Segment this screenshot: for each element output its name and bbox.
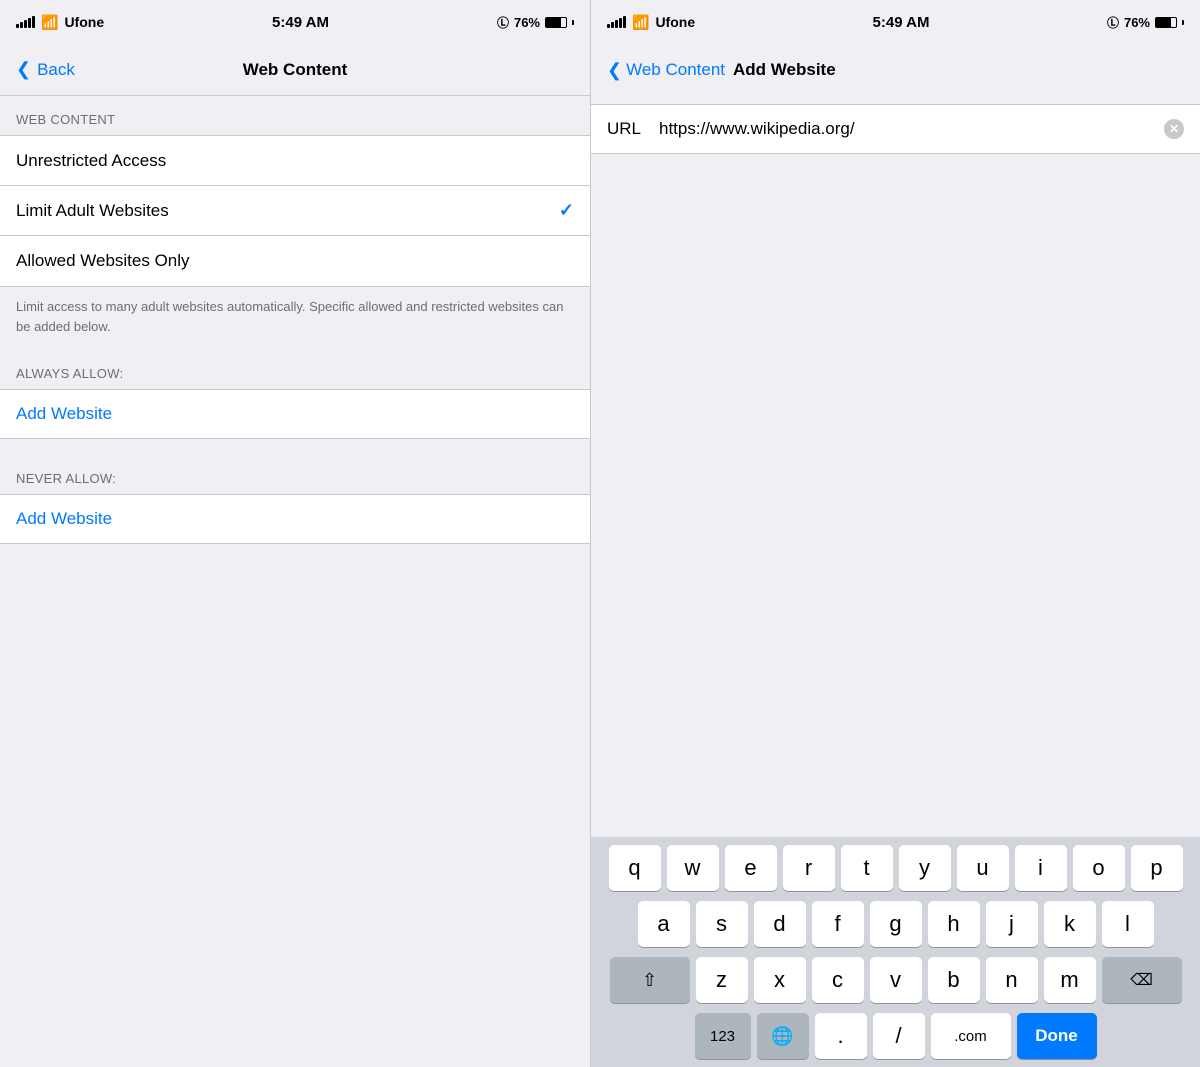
- web-content-section-header: WEB CONTENT: [0, 96, 590, 135]
- url-clear-button[interactable]: ✕: [1164, 119, 1184, 139]
- signal-bars-icon: [16, 16, 35, 28]
- left-page-title: Web Content: [243, 60, 348, 80]
- key-y[interactable]: y: [899, 845, 951, 891]
- left-back-button[interactable]: ❮ Back: [16, 59, 75, 80]
- battery-tip: [572, 20, 574, 25]
- never-allow-add-website[interactable]: Add Website: [0, 494, 590, 544]
- right-nav-bar: ❮ Web Content Add Website: [591, 44, 1200, 96]
- battery-percent: 76%: [514, 15, 540, 30]
- right-back-label: Web Content: [626, 60, 725, 80]
- right-carrier-info: 📶 Ufone: [607, 14, 695, 31]
- never-allow-header: NEVER ALLOW:: [0, 455, 590, 494]
- key-c[interactable]: c: [812, 957, 864, 1003]
- key-m[interactable]: m: [1044, 957, 1096, 1003]
- option-allowed-only[interactable]: Allowed Websites Only: [0, 236, 590, 286]
- always-allow-header: ALWAYS ALLOW:: [0, 350, 590, 389]
- key-u[interactable]: u: [957, 845, 1009, 891]
- right-battery-percent: 76%: [1124, 15, 1150, 30]
- wifi-icon: 📶: [41, 14, 58, 31]
- left-carrier-info: 📶 Ufone: [16, 14, 104, 31]
- right-time: 5:49 AM: [873, 14, 930, 31]
- key-i[interactable]: i: [1015, 845, 1067, 891]
- key-n[interactable]: n: [986, 957, 1038, 1003]
- right-battery-icon: [1155, 17, 1177, 28]
- right-page-title: Add Website: [733, 60, 836, 80]
- left-back-label: Back: [37, 60, 75, 80]
- dotcom-key[interactable]: .com: [931, 1013, 1011, 1059]
- option-unrestricted[interactable]: Unrestricted Access: [0, 136, 590, 186]
- key-x[interactable]: x: [754, 957, 806, 1003]
- always-allow-add-label: Add Website: [16, 404, 112, 424]
- key-h[interactable]: h: [928, 901, 980, 947]
- option-limit-adult[interactable]: Limit Adult Websites ✓: [0, 186, 590, 236]
- key-t[interactable]: t: [841, 845, 893, 891]
- key-k[interactable]: k: [1044, 901, 1096, 947]
- web-content-description: Limit access to many adult websites auto…: [0, 287, 590, 350]
- key-q[interactable]: q: [609, 845, 661, 891]
- carrier-name: Ufone: [64, 14, 104, 30]
- key-b[interactable]: b: [928, 957, 980, 1003]
- numbers-key[interactable]: 123: [695, 1013, 751, 1059]
- right-location-icon: Ⓛ: [1107, 14, 1119, 31]
- checkmark-icon: ✓: [559, 200, 574, 221]
- right-carrier-name: Ufone: [655, 14, 695, 30]
- right-back-button[interactable]: ❮ Web Content: [607, 60, 725, 81]
- left-chevron-icon: ❮: [16, 59, 31, 80]
- left-time: 5:49 AM: [272, 14, 329, 31]
- always-allow-add-website[interactable]: Add Website: [0, 389, 590, 439]
- url-input[interactable]: [659, 119, 1148, 139]
- location-icon: Ⓛ: [497, 14, 509, 31]
- done-key[interactable]: Done: [1017, 1013, 1097, 1059]
- key-z[interactable]: z: [696, 957, 748, 1003]
- left-panel: 📶 Ufone 5:49 AM Ⓛ 76% ❮ Back Web Content…: [0, 0, 590, 1067]
- left-status-bar: 📶 Ufone 5:49 AM Ⓛ 76%: [0, 0, 590, 44]
- key-d[interactable]: d: [754, 901, 806, 947]
- battery-icon: [545, 17, 567, 28]
- option-limit-adult-label: Limit Adult Websites: [16, 201, 559, 221]
- key-a[interactable]: a: [638, 901, 690, 947]
- delete-key[interactable]: ⌫: [1102, 957, 1182, 1003]
- key-s[interactable]: s: [696, 901, 748, 947]
- key-l[interactable]: l: [1102, 901, 1154, 947]
- url-label: URL: [607, 119, 643, 139]
- right-panel: 📶 Ufone 5:49 AM Ⓛ 76% ❮ Web Content Add …: [590, 0, 1200, 1067]
- key-p[interactable]: p: [1131, 845, 1183, 891]
- url-input-row[interactable]: URL ✕: [591, 104, 1200, 154]
- key-j[interactable]: j: [986, 901, 1038, 947]
- never-allow-add-label: Add Website: [16, 509, 112, 529]
- option-allowed-only-label: Allowed Websites Only: [16, 251, 574, 271]
- key-v[interactable]: v: [870, 957, 922, 1003]
- option-unrestricted-label: Unrestricted Access: [16, 151, 574, 171]
- web-content-options-list: Unrestricted Access Limit Adult Websites…: [0, 135, 590, 287]
- right-signal-bars-icon: [607, 16, 626, 28]
- right-status-bar: 📶 Ufone 5:49 AM Ⓛ 76%: [591, 0, 1200, 44]
- key-o[interactable]: o: [1073, 845, 1125, 891]
- key-e[interactable]: e: [725, 845, 777, 891]
- keyboard: q w e r t y u i o p a s d f g h j k l ⇧ …: [591, 837, 1200, 1067]
- right-chevron-icon: ❮: [607, 60, 622, 81]
- dot-key[interactable]: .: [815, 1013, 867, 1059]
- right-wifi-icon: 📶: [632, 14, 649, 31]
- keyboard-row-4: 123 🌐 . / .com Done: [595, 1013, 1196, 1059]
- shift-key[interactable]: ⇧: [610, 957, 690, 1003]
- gray-spacer: [591, 154, 1200, 837]
- key-g[interactable]: g: [870, 901, 922, 947]
- right-battery-tip: [1182, 20, 1184, 25]
- keyboard-row-2: a s d f g h j k l: [595, 901, 1196, 947]
- key-w[interactable]: w: [667, 845, 719, 891]
- right-battery-area: Ⓛ 76%: [1107, 14, 1184, 31]
- keyboard-row-1: q w e r t y u i o p: [595, 845, 1196, 891]
- key-f[interactable]: f: [812, 901, 864, 947]
- keyboard-row-3: ⇧ z x c v b n m ⌫: [595, 957, 1196, 1003]
- globe-key[interactable]: 🌐: [757, 1013, 809, 1059]
- left-battery-area: Ⓛ 76%: [497, 14, 574, 31]
- left-nav-bar: ❮ Back Web Content: [0, 44, 590, 96]
- key-r[interactable]: r: [783, 845, 835, 891]
- slash-key[interactable]: /: [873, 1013, 925, 1059]
